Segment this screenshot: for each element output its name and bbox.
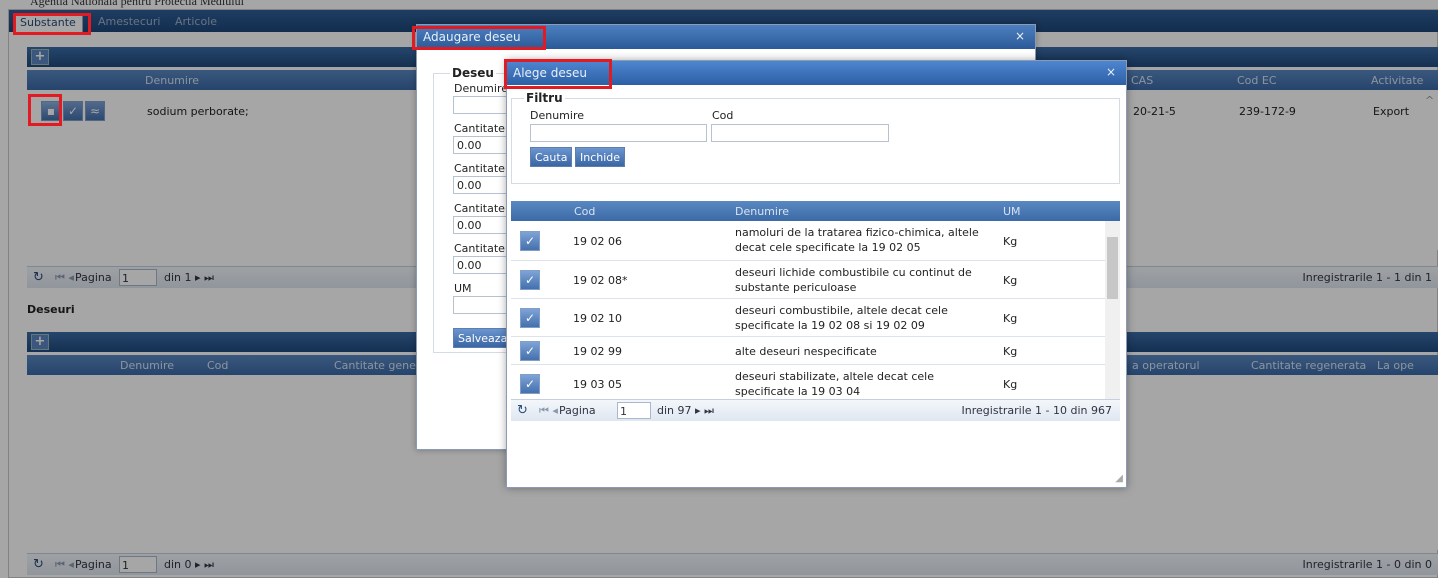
page-label: Pagina <box>559 404 596 417</box>
grid-scrollbar[interactable] <box>1105 221 1120 399</box>
alege-pager: ↻ ⏮ ◂ Pagina 1 din 97 ▸ ⏭ Inregistrarile… <box>511 399 1120 421</box>
filter-denumire-label: Denumire <box>530 109 585 122</box>
field-label: Cantitate <box>454 162 505 175</box>
row-denumire: namoluri de la tratarea fizico-chimica, … <box>735 226 979 254</box>
row-um: Kg <box>1003 378 1018 391</box>
highlight-adaugare-title <box>412 26 546 50</box>
col-denumire[interactable]: Denumire <box>735 205 789 218</box>
alege-grid-header: Cod Denumire UM <box>511 201 1120 221</box>
row-um: Kg <box>1003 235 1018 248</box>
col-um[interactable]: UM <box>1003 205 1021 218</box>
table-row[interactable]: ✓ 19 02 08* deseuri lichide combustibile… <box>511 261 1105 299</box>
close-button[interactable]: Inchide <box>575 147 626 167</box>
table-row[interactable]: ✓ 19 02 10 deseuri combustibile, altele … <box>511 299 1105 337</box>
row-cod: 19 03 05 <box>573 378 622 391</box>
field-label: Cantitate <box>454 122 505 135</box>
row-um: Kg <box>1003 274 1018 287</box>
alege-deseu-dialog: Alege deseu × Filtru Denumire Cod Cauta … <box>506 60 1127 488</box>
field-label: UM <box>454 282 472 295</box>
page-of: din 97 ▸ ⏭ <box>657 404 714 417</box>
filter-cod-input[interactable] <box>711 124 889 142</box>
search-button[interactable]: Cauta <box>530 147 573 167</box>
deseu-legend: Deseu <box>450 66 496 80</box>
highlight-substante-tab <box>13 13 91 35</box>
select-icon[interactable]: ✓ <box>520 231 540 251</box>
row-denumire: deseuri stabilizate, altele decat cele s… <box>735 370 935 398</box>
highlight-alege-title <box>504 59 612 89</box>
row-cod: 19 02 10 <box>573 312 622 325</box>
records-count: Inregistrarile 1 - 10 din 967 <box>961 404 1112 417</box>
row-cod: 19 02 06 <box>573 235 622 248</box>
filter-cod-label: Cod <box>712 109 734 122</box>
row-cod: 19 02 99 <box>573 345 622 358</box>
filter-fieldset: Filtru Denumire Cod Cauta Inchide <box>511 91 1120 184</box>
field-label: Cantitate <box>454 242 505 255</box>
scroll-thumb[interactable] <box>1107 237 1118 299</box>
filter-legend: Filtru <box>524 91 565 105</box>
row-cod: 19 02 08* <box>573 274 628 287</box>
select-icon[interactable]: ✓ <box>520 270 540 290</box>
select-icon[interactable]: ✓ <box>520 374 540 394</box>
select-icon[interactable]: ✓ <box>520 341 540 361</box>
row-denumire: alte deseuri nespecificate <box>735 345 877 358</box>
close-icon[interactable]: × <box>1106 65 1116 79</box>
col-cod[interactable]: Cod <box>574 205 595 218</box>
save-button[interactable]: Salveaza <box>453 328 513 348</box>
row-um: Kg <box>1003 345 1018 358</box>
close-icon[interactable]: × <box>1015 29 1025 43</box>
alege-grid-body: ✓ 19 02 06 namoluri de la tratarea fizic… <box>511 221 1120 399</box>
refresh-icon[interactable]: ↻ <box>517 403 528 418</box>
table-row[interactable]: ✓ 19 02 99 alte deseuri nespecificate Kg <box>511 337 1105 365</box>
select-icon[interactable]: ✓ <box>520 308 540 328</box>
table-row[interactable]: ✓ 19 03 05 deseuri stabilizate, altele d… <box>511 365 1105 399</box>
row-denumire: deseuri combustibile, altele decat cele … <box>735 304 948 332</box>
highlight-delete-button <box>28 94 62 126</box>
resize-handle-icon[interactable]: ◢ <box>1115 473 1123 484</box>
first-prev-nav[interactable]: ⏮ ◂ <box>539 404 558 418</box>
field-label: Cantitate <box>454 202 505 215</box>
page-input[interactable]: 1 <box>617 402 651 419</box>
row-um: Kg <box>1003 312 1018 325</box>
row-denumire: deseuri lichide combustibile cu continut… <box>735 266 972 294</box>
filter-denumire-input[interactable] <box>530 124 707 142</box>
table-row[interactable]: ✓ 19 02 06 namoluri de la tratarea fizic… <box>511 221 1105 261</box>
field-label: Denumire <box>454 82 509 95</box>
